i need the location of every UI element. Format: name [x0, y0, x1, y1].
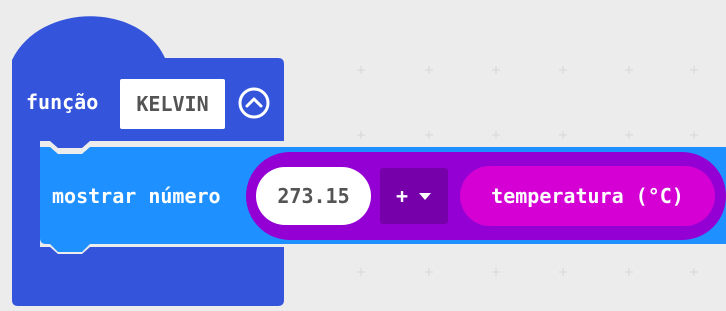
operator-label: +: [395, 184, 409, 208]
block-shapes: [12, 16, 726, 307]
number-input-value: 273.15: [277, 184, 350, 208]
function-keyword: função: [26, 90, 99, 114]
function-name-text: KELVIN: [136, 92, 209, 116]
show-number-label: mostrar número: [52, 184, 221, 208]
chevron-up-circle-icon[interactable]: [237, 86, 271, 120]
number-input[interactable]: 273.15: [256, 167, 371, 225]
temperature-label: temperatura (°C): [491, 184, 684, 208]
operator-dropdown[interactable]: +: [380, 168, 448, 224]
triangle-down-icon: [419, 193, 432, 200]
function-name-field[interactable]: KELVIN: [120, 79, 225, 129]
blocks-workspace[interactable]: função KELVIN mostrar número 273.15 + te…: [0, 0, 726, 311]
temperature-reporter[interactable]: temperatura (°C): [460, 166, 715, 226]
